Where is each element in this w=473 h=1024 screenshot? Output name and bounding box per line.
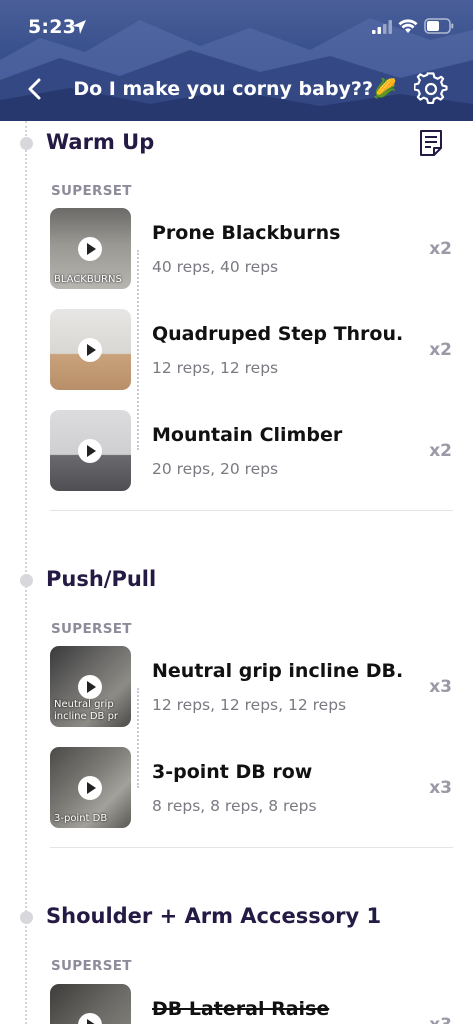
timeline-dot (20, 911, 33, 924)
play-icon[interactable] (78, 776, 102, 800)
exercise-thumbnail[interactable]: BLACKBURNS (50, 208, 131, 289)
exercise-sets: x2 (429, 239, 452, 259)
timeline-dot (20, 137, 33, 150)
exercise-thumbnail[interactable] (50, 410, 131, 491)
exercise-sets: x3 (429, 1015, 452, 1024)
status-time: 5:23 (28, 16, 77, 38)
section-title-shoulder-arm: Shoulder + Arm Accessory 1 (46, 904, 382, 928)
exercise-name: DB Lateral Raise (152, 998, 330, 1020)
superset-label: SUPERSET (51, 183, 132, 199)
thumbnail-caption: Neutral grip incline DB pr (54, 699, 119, 722)
settings-button[interactable] (414, 72, 448, 106)
exercise-reps: 12 reps, 12 reps, 12 reps (152, 696, 347, 714)
superset-label: SUPERSET (51, 958, 132, 974)
exercise-name: Mountain Climber (152, 424, 343, 446)
exercise-name: Prone Blackburns (152, 222, 341, 244)
exercise-row[interactable]: 3-point DB 3-point DB row 8 reps, 8 reps… (50, 747, 460, 829)
exercise-thumbnail[interactable] (50, 984, 131, 1024)
play-icon[interactable] (78, 675, 102, 699)
play-icon[interactable] (78, 338, 102, 362)
exercise-row[interactable]: Quadruped Step Throu... 12 reps, 12 reps… (50, 309, 460, 391)
exercise-sets: x2 (429, 441, 452, 461)
play-icon[interactable] (78, 1013, 102, 1024)
section-divider (50, 510, 453, 511)
exercise-row[interactable]: BLACKBURNS Prone Blackburns 40 reps, 40 … (50, 208, 460, 290)
exercise-reps: 12 reps, 12 reps (152, 359, 279, 377)
section-divider (50, 847, 453, 848)
exercise-name: Neutral grip incline DB... (152, 660, 402, 682)
section-title-warm-up: Warm Up (46, 130, 155, 154)
exercise-reps: 40 reps, 40 reps (152, 258, 279, 276)
exercise-thumbnail[interactable] (50, 309, 131, 390)
exercise-row[interactable]: Mountain Climber 20 reps, 20 reps x2 (50, 410, 460, 492)
exercise-sets: x3 (429, 677, 452, 697)
thumbnail-caption: 3-point DB (54, 813, 108, 824)
play-icon[interactable] (78, 237, 102, 261)
wifi-icon (398, 19, 418, 33)
timeline-line (25, 121, 29, 1024)
exercise-name: 3-point DB row (152, 761, 313, 783)
header: 5:23 Do I make you corny baby??🌽 (0, 0, 473, 121)
superset-label: SUPERSET (51, 621, 132, 637)
exercise-sets: x3 (429, 778, 452, 798)
exercise-name: Quadruped Step Throu... (152, 323, 402, 345)
battery-icon (424, 18, 454, 34)
play-icon[interactable] (78, 439, 102, 463)
exercise-row[interactable]: Neutral grip incline DB pr Neutral grip … (50, 646, 460, 728)
back-button[interactable] (22, 74, 48, 104)
cellular-signal-icon (372, 20, 392, 34)
status-bar: 5:23 (0, 0, 473, 56)
page-title: Do I make you corny baby??🌽 (73, 78, 397, 100)
exercise-row[interactable]: DB Lateral Raise x3 (50, 984, 460, 1024)
exercise-thumbnail[interactable]: Neutral grip incline DB pr (50, 646, 131, 727)
exercise-reps: 8 reps, 8 reps, 8 reps (152, 797, 317, 815)
notes-button[interactable] (418, 128, 444, 158)
location-arrow-icon (72, 20, 86, 34)
exercise-thumbnail[interactable]: 3-point DB (50, 747, 131, 828)
section-title-push-pull: Push/Pull (46, 567, 157, 591)
thumbnail-caption: BLACKBURNS (54, 274, 122, 285)
timeline-dot (20, 574, 33, 587)
exercise-sets: x2 (429, 340, 452, 360)
exercise-reps: 20 reps, 20 reps (152, 460, 279, 478)
